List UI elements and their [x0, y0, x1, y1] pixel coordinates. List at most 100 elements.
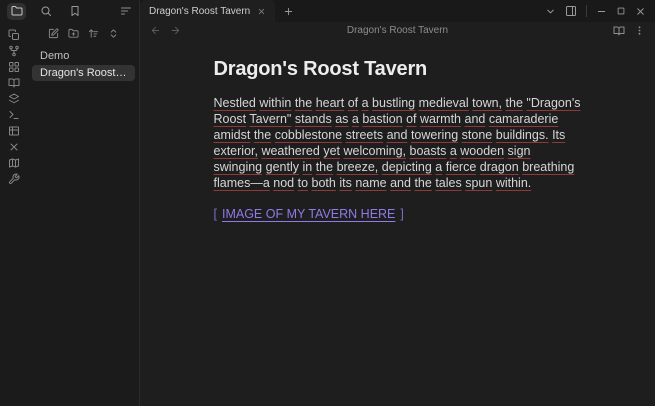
layout-sidebar-right-icon[interactable]: [565, 5, 577, 17]
tavern-image-link[interactable]: IMAGE OF MY TAVERN HERE: [222, 207, 395, 221]
misspelled-word: in: [302, 160, 313, 174]
misspelled-word: the: [414, 176, 432, 190]
misspelled-word: town,: [472, 96, 503, 110]
close-bracket: ]: [400, 207, 404, 221]
copy-icon[interactable]: [6, 29, 22, 40]
misspelled-word: of: [406, 112, 417, 126]
collapse-all-icon[interactable]: [108, 28, 119, 39]
left-body: Demo Dragon's Roost Tavern: [0, 22, 139, 406]
misspelled-word: bustling: [372, 96, 416, 110]
back-arrow-icon[interactable]: [150, 25, 161, 36]
misspelled-word: nod: [273, 176, 295, 190]
table-icon[interactable]: [6, 125, 22, 136]
misspelled-word: stone: [461, 128, 493, 142]
misspelled-word: the: [315, 160, 334, 174]
misspelled-word: boasts: [409, 144, 447, 158]
new-note-icon[interactable]: [48, 28, 59, 39]
search-icon: [40, 5, 52, 17]
misspelled-word: a: [351, 112, 359, 126]
sidebar-view-tabs: [0, 0, 139, 22]
misspelled-word: yet: [323, 144, 340, 158]
misspelled-word: "Dragon's: [526, 96, 581, 110]
wrench-icon[interactable]: [6, 173, 22, 184]
misspelled-word: flames—a: [213, 176, 270, 190]
file-list: Demo Dragon's Roost Tavern: [28, 48, 139, 81]
minimize-button[interactable]: [596, 6, 607, 17]
forward-arrow-icon[interactable]: [170, 25, 181, 36]
misspelled-word: exterior,: [213, 144, 258, 158]
git-fork-icon[interactable]: [6, 45, 22, 56]
misspelled-word: within.: [495, 176, 532, 190]
tab-dragons-roost-tavern[interactable]: Dragon's Roost Tavern: [140, 0, 276, 22]
misspelled-word: heart: [315, 96, 345, 110]
sort-order-icon[interactable]: [88, 28, 99, 39]
maximize-button[interactable]: [616, 6, 626, 16]
collapse-list-icon[interactable]: [120, 5, 132, 17]
chevron-down-icon[interactable]: [545, 6, 556, 17]
misspelled-word: both: [311, 176, 336, 190]
misspelled-word: fierce: [445, 160, 477, 174]
misspelled-word: wooden: [460, 144, 505, 158]
misspelled-word: depicting: [381, 160, 432, 174]
misspelled-word: amidst: [213, 128, 251, 142]
misspelled-word: the: [253, 128, 272, 142]
map-icon[interactable]: [6, 157, 22, 168]
misspelled-word: gently: [265, 160, 299, 174]
editor-pane[interactable]: Dragon's Roost Tavern Nestled within the…: [140, 39, 655, 406]
tab-bar: Dragon's Roost Tavern: [140, 0, 655, 22]
new-tab-button[interactable]: [275, 0, 302, 22]
x-icon[interactable]: [6, 141, 22, 152]
reading-mode-icon[interactable]: [613, 25, 625, 37]
left-panel: Demo Dragon's Roost Tavern: [0, 0, 140, 406]
search-view-tab[interactable]: [36, 3, 55, 20]
misspelled-word: cobblestone: [274, 128, 343, 142]
ribbon: [0, 22, 28, 406]
note-title[interactable]: Dragon's Roost Tavern: [214, 58, 582, 81]
layers-icon[interactable]: [6, 93, 22, 104]
bookmark-icon: [69, 5, 81, 17]
misspelled-word: name: [355, 176, 387, 190]
image-placeholder-line: [ IMAGE OF MY TAVERN HERE ]: [214, 207, 582, 221]
tab-close-icon[interactable]: [257, 7, 266, 16]
close-button[interactable]: [635, 6, 646, 17]
history-nav: [150, 25, 181, 36]
misspelled-word: a: [361, 96, 369, 110]
misspelled-word: breeze,: [336, 160, 379, 174]
misspelled-word: its: [339, 176, 352, 190]
file-item-demo[interactable]: Demo: [32, 48, 135, 64]
note-content: Dragon's Roost Tavern Nestled within the…: [214, 58, 582, 221]
misspelled-word: of: [347, 96, 359, 110]
misspelled-word: the: [294, 96, 313, 110]
open-bracket: [: [213, 207, 217, 221]
more-options-icon[interactable]: [634, 25, 645, 36]
misspelled-word: spun: [465, 176, 493, 190]
misspelled-word: stands: [294, 112, 332, 126]
files-view-tab[interactable]: [7, 2, 26, 20]
folder-icon: [11, 5, 23, 17]
misspelled-word: breathing: [522, 160, 575, 174]
main-panel: Dragon's Roost Tavern Dragon's Roost Tav…: [140, 0, 655, 406]
bookmarks-view-tab[interactable]: [65, 3, 84, 20]
misspelled-word: tales: [435, 176, 462, 190]
misspelled-word: a: [449, 144, 457, 158]
misspelled-word: the: [505, 96, 523, 110]
breadcrumb: Dragon's Roost Tavern: [346, 25, 449, 36]
misspelled-word: Nestled: [213, 96, 256, 110]
misspelled-word: camaraderie: [488, 112, 559, 126]
misspelled-word: sign: [507, 144, 531, 158]
blocks-icon[interactable]: [6, 61, 22, 72]
book-open-icon[interactable]: [6, 77, 22, 88]
misspelled-word: and: [386, 128, 408, 142]
note-paragraph[interactable]: Nestled within the heart of a bustling m…: [214, 95, 582, 191]
new-folder-icon[interactable]: [68, 28, 79, 39]
app-window: Demo Dragon's Roost Tavern Dragon's Roos…: [0, 0, 655, 406]
misspelled-word: streets: [345, 128, 384, 142]
separator: [586, 5, 587, 17]
terminal-icon[interactable]: [6, 109, 22, 120]
file-item-dragons-roost-tavern[interactable]: Dragon's Roost Tavern: [32, 65, 135, 81]
tab-label: Dragon's Roost Tavern: [149, 5, 251, 17]
misspelled-word: dragon: [479, 160, 519, 174]
misspelled-word: welcoming,: [343, 144, 407, 158]
misspelled-word: Tavern": [249, 112, 292, 126]
file-explorer: Demo Dragon's Roost Tavern: [28, 22, 139, 406]
